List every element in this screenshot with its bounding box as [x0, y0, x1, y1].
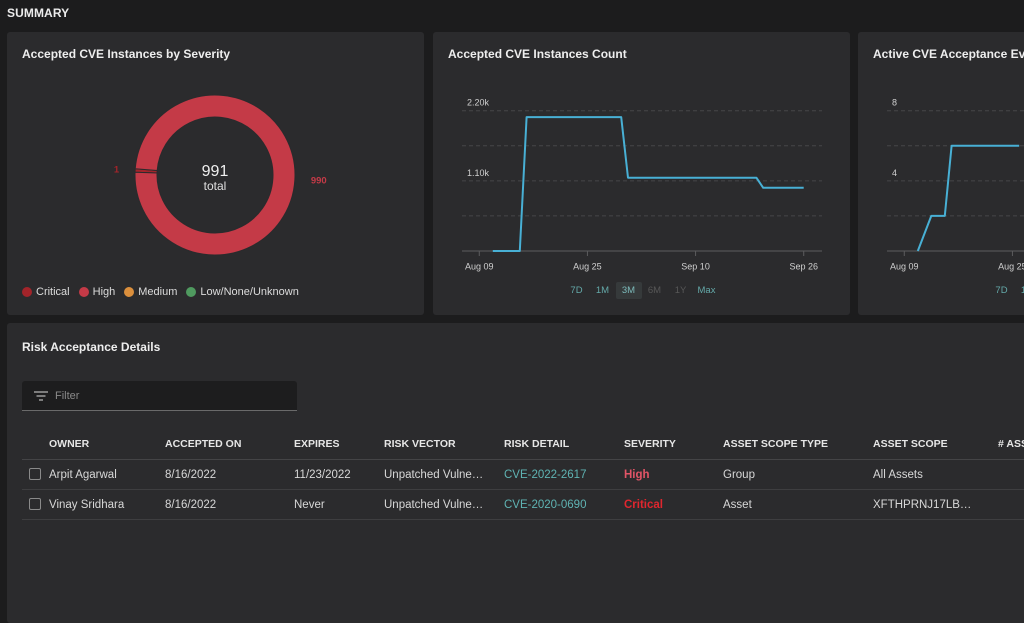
acceptance-events-chart-card: Active CVE Acceptance Events 48Aug 09Aug… [858, 32, 1024, 315]
severity-cell: High [624, 460, 723, 490]
cve-link[interactable]: CVE-2022-2617 [504, 469, 586, 481]
severity-cell: Critical [624, 490, 723, 520]
select-column-header [22, 428, 49, 460]
table-row[interactable]: Vinay Sridhara 8/16/2022 Never Unpatched… [22, 490, 1024, 520]
asset-scope-cell: All Assets [873, 460, 998, 490]
column-header-asset-scope-type[interactable]: ASSET SCOPE TYPE [723, 428, 873, 460]
donut-data-label: 990 [311, 175, 327, 186]
x-tick-label: Sep 10 [681, 262, 710, 272]
column-header-assets-count[interactable]: # ASSETS [998, 428, 1024, 460]
column-header-owner[interactable]: OWNER [49, 428, 165, 460]
donut-data-label: 1 [114, 165, 120, 176]
risk-acceptance-table: OWNER ACCEPTED ON EXPIRES RISK VECTOR RI… [22, 428, 1024, 520]
x-tick-label: Aug 25 [998, 262, 1024, 272]
series-line[interactable] [493, 117, 804, 251]
range-button-7d[interactable]: 7D [564, 282, 590, 299]
row-checkbox[interactable] [29, 498, 41, 510]
section-title: Risk Acceptance Details [22, 340, 160, 354]
y-tick-label: 2.20k [467, 98, 490, 108]
legend-dot-icon [22, 287, 32, 297]
column-header-accepted-on[interactable]: ACCEPTED ON [165, 428, 294, 460]
series-line[interactable] [918, 146, 1019, 251]
column-header-asset-scope[interactable]: ASSET SCOPE [873, 428, 998, 460]
time-range-selector: 7D 1M 3M 6M 1Y Max [858, 282, 1024, 299]
severity-chart-card: Accepted CVE Instances by Severity 1990 … [7, 32, 424, 315]
range-button-max[interactable]: Max [694, 282, 720, 299]
acceptance-events-line-chart: 4 8 Aug 09 Aug 25 [858, 32, 1024, 315]
severity-legend: Critical High Medium Low/None/Unknown [22, 286, 308, 298]
table-header-row: OWNER ACCEPTED ON EXPIRES RISK VECTOR RI… [22, 428, 1024, 460]
x-tick-label: Aug 09 [890, 262, 919, 272]
column-header-severity[interactable]: SEVERITY [624, 428, 723, 460]
range-button-7d[interactable]: 7D [989, 282, 1015, 299]
accepted-on-cell: 8/16/2022 [165, 460, 294, 490]
column-header-risk-detail[interactable]: RISK DETAIL [504, 428, 624, 460]
legend-item-high[interactable]: High [79, 286, 116, 298]
legend-label: Low/None/Unknown [200, 286, 298, 298]
y-tick-label: 8 [892, 98, 897, 108]
range-button-1y: 1Y [668, 282, 694, 299]
owner-cell: Arpit Agarwal [49, 460, 165, 490]
y-tick-label: 1.10k [467, 168, 490, 178]
risk-vector-cell: Unpatched Vulne… [384, 460, 504, 490]
column-header-expires[interactable]: EXPIRES [294, 428, 384, 460]
range-button-3m[interactable]: 3M [616, 282, 642, 299]
filter-icon [34, 391, 48, 401]
expires-cell: Never [294, 490, 384, 520]
y-tick-label: 4 [892, 168, 897, 178]
summary-heading: SUMMARY [7, 6, 69, 20]
filter-field[interactable] [22, 381, 297, 411]
legend-label: Critical [36, 286, 70, 298]
risk-detail-cell: CVE-2020-0690 [504, 490, 624, 520]
risk-vector-cell: Unpatched Vulne… [384, 490, 504, 520]
legend-label: Medium [138, 286, 177, 298]
table-row[interactable]: Arpit Agarwal 8/16/2022 11/23/2022 Unpat… [22, 460, 1024, 490]
asset-scope-type-cell: Asset [723, 490, 873, 520]
range-button-1m[interactable]: 1M [1015, 282, 1024, 299]
legend-dot-icon [79, 287, 89, 297]
x-tick-label: Aug 25 [573, 262, 602, 272]
column-header-risk-vector[interactable]: RISK VECTOR [384, 428, 504, 460]
asset-scope-type-cell: Group [723, 460, 873, 490]
x-tick-label: Aug 09 [465, 262, 494, 272]
range-button-1m[interactable]: 1M [590, 282, 616, 299]
assets-count-cell [998, 460, 1024, 490]
owner-cell: Vinay Sridhara [49, 490, 165, 520]
legend-item-medium[interactable]: Medium [124, 286, 177, 298]
asset-scope-cell: XFTHPRNJ17LB… [873, 490, 998, 520]
row-select-cell [22, 460, 49, 490]
risk-acceptance-card: Risk Acceptance Details OWNER ACCEPTED O… [7, 323, 1024, 623]
legend-label: High [93, 286, 116, 298]
x-tick-label: Sep 26 [789, 262, 818, 272]
row-checkbox[interactable] [29, 468, 41, 480]
filter-input[interactable] [55, 381, 285, 410]
legend-dot-icon [186, 287, 196, 297]
legend-dot-icon [124, 287, 134, 297]
legend-item-low[interactable]: Low/None/Unknown [186, 286, 298, 298]
row-select-cell [22, 490, 49, 520]
cve-link[interactable]: CVE-2020-0690 [504, 499, 586, 511]
expires-cell: 11/23/2022 [294, 460, 384, 490]
legend-item-critical[interactable]: Critical [22, 286, 70, 298]
donut-total-label: total [165, 179, 265, 193]
time-range-selector: 7D 1M 3M 6M 1Y Max [433, 282, 850, 299]
instances-count-chart-card: Accepted CVE Instances Count 1.10k2.20kA… [433, 32, 850, 315]
range-button-6m: 6M [642, 282, 668, 299]
accepted-on-cell: 8/16/2022 [165, 490, 294, 520]
instances-count-line-chart: 1.10k 2.20k Aug 09 Aug 25 Sep 10 Sep 26 [433, 32, 850, 315]
risk-detail-cell: CVE-2022-2617 [504, 460, 624, 490]
assets-count-cell [998, 490, 1024, 520]
